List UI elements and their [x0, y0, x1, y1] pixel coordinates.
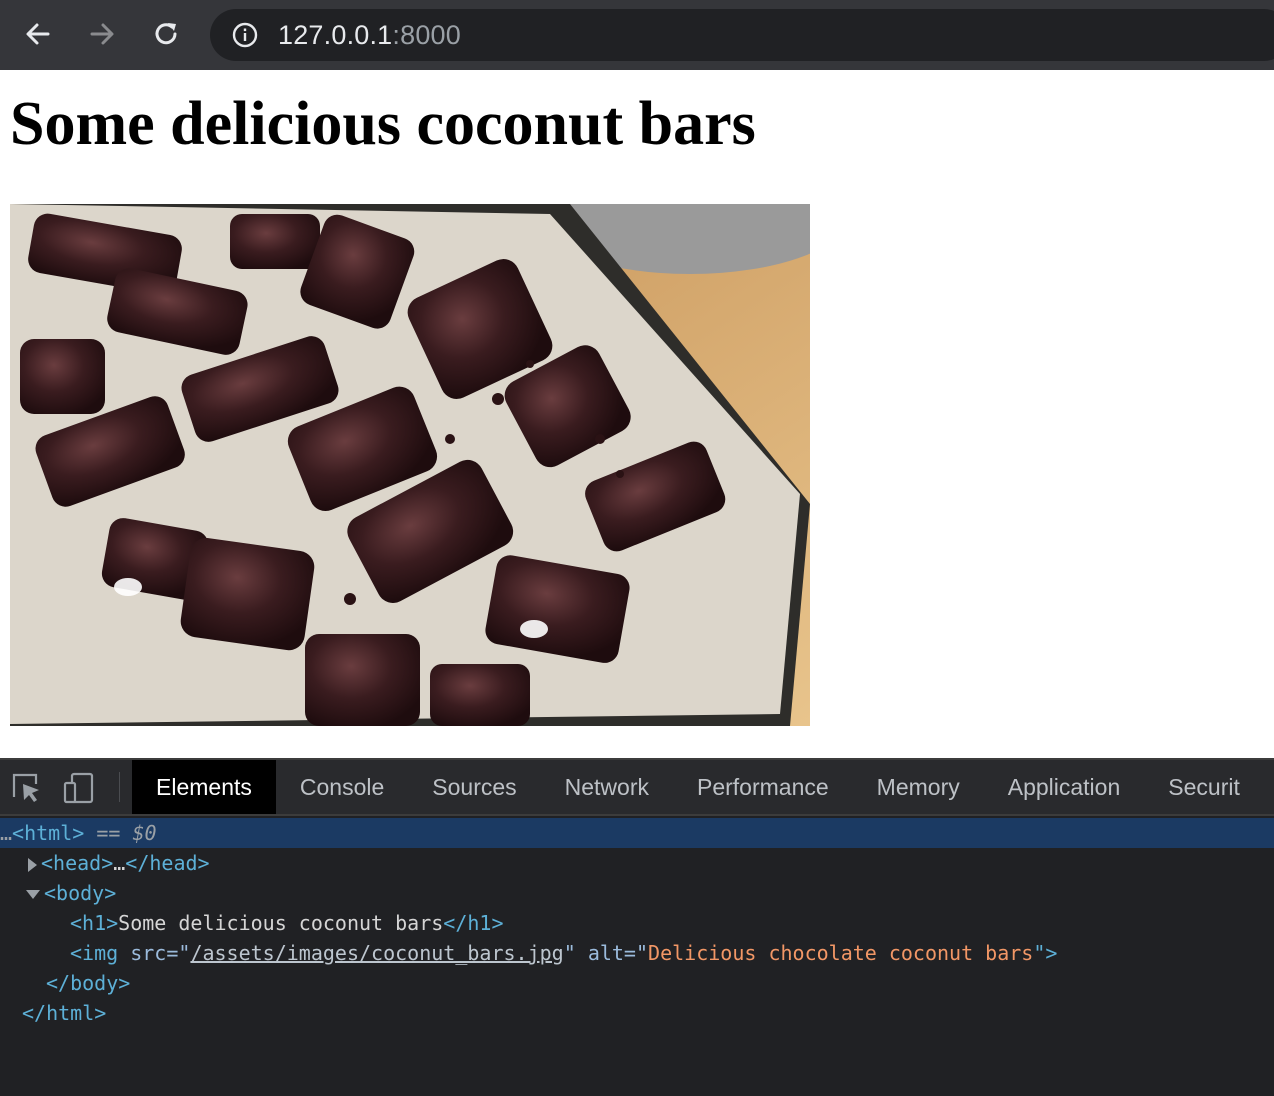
dom-node-img[interactable]: <img src="/assets/images/coconut_bars.jp… [0, 938, 1274, 968]
img-close-tag: "> [1033, 941, 1058, 965]
tab-performance[interactable]: Performance [673, 760, 853, 814]
dom-node-html[interactable]: …<html> == $0 [0, 818, 1274, 848]
dom-node-body[interactable]: <body> [0, 878, 1274, 908]
forward-arrow-icon[interactable] [85, 17, 119, 51]
tab-network[interactable]: Network [541, 760, 673, 814]
toolbar-separator [119, 772, 120, 802]
devtools-toolbar: Elements Console Sources Network Perform… [0, 760, 1274, 816]
url-host: 127.0.0.1 [278, 20, 393, 50]
tab-elements[interactable]: Elements [132, 760, 276, 814]
tab-security[interactable]: Securit [1144, 760, 1264, 814]
html-open-tag: <html> [12, 821, 85, 845]
expand-triangle-icon[interactable] [28, 857, 37, 872]
reload-icon[interactable] [149, 17, 183, 51]
dom-tree: …<html> == $0 <head>…</head> <body> <h1>… [0, 818, 1274, 1028]
img-open-tag: <img [70, 941, 131, 965]
head-close-tag: </head> [125, 851, 210, 875]
selected-equals: == [96, 821, 133, 845]
url-text[interactable]: 127.0.0.1:8000 [278, 20, 461, 51]
h1-text: Some delicious coconut bars [118, 911, 444, 935]
collapse-triangle-icon[interactable] [26, 890, 40, 899]
devtools-panel: Elements Console Sources Network Perform… [0, 758, 1274, 1096]
coconut-bars-image [10, 204, 810, 726]
img-src-link[interactable]: /assets/images/coconut_bars.jpg [190, 941, 563, 965]
selected-marker: == $0 [96, 821, 156, 845]
inspect-element-icon[interactable] [10, 771, 44, 805]
head-open-tag: <head> [41, 851, 114, 875]
head-collapsed: … [113, 851, 126, 875]
img-alt-attr: alt=" [587, 941, 649, 965]
body-close-tag: </body> [46, 971, 131, 995]
url-port: :8000 [392, 20, 461, 50]
tab-sources[interactable]: Sources [408, 760, 540, 814]
node-ellipsis: … [0, 821, 13, 845]
address-bar[interactable]: 127.0.0.1:8000 [210, 9, 1274, 61]
tab-memory[interactable]: Memory [853, 760, 984, 814]
img-alt-value: Delicious chocolate coconut bars [648, 941, 1034, 965]
dom-node-html-close[interactable]: </html> [0, 998, 1274, 1028]
browser-toolbar: 127.0.0.1:8000 [0, 0, 1274, 70]
dom-node-head[interactable]: <head>…</head> [0, 848, 1274, 878]
selected-var: $0 [132, 821, 157, 845]
img-src-end: " [563, 941, 588, 965]
dom-node-h1[interactable]: <h1>Some delicious coconut bars</h1> [0, 908, 1274, 938]
page-title: Some delicious coconut bars [10, 90, 756, 158]
device-toolbar-icon[interactable] [62, 771, 96, 805]
html-close-tag: </html> [22, 1001, 107, 1025]
info-icon[interactable] [232, 22, 258, 48]
tab-application[interactable]: Application [984, 760, 1145, 814]
back-arrow-icon[interactable] [21, 17, 55, 51]
body-open-tag: <body> [44, 881, 117, 905]
h1-open-tag: <h1> [70, 911, 119, 935]
h1-close-tag: </h1> [443, 911, 504, 935]
img-src-attr: src=" [130, 941, 191, 965]
dom-node-body-close[interactable]: </body> [0, 968, 1274, 998]
tab-console[interactable]: Console [276, 760, 408, 814]
devtools-tabs: Elements Console Sources Network Perform… [132, 760, 1264, 814]
